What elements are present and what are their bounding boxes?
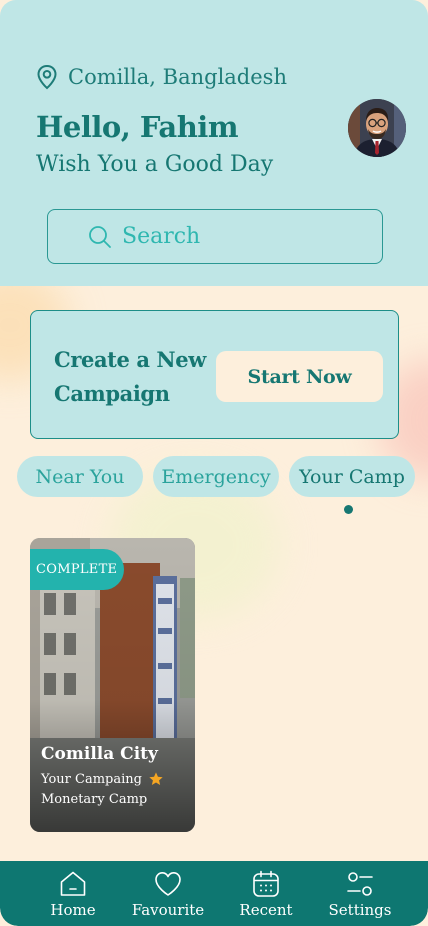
- create-campaign-banner: Create a New Campaign Start Now: [30, 310, 399, 439]
- settings-icon: [347, 872, 373, 896]
- card-title: Comilla City: [41, 744, 158, 764]
- campaign-card[interactable]: COMPLETE Comilla City Your Campaing Mone…: [30, 538, 195, 832]
- header: Comilla, Bangladesh Hello, Fahim Wish Yo…: [0, 0, 428, 286]
- greeting-title: Hello, Fahim: [36, 110, 239, 144]
- card-subtitle-row: Your Campaing: [41, 771, 164, 787]
- selected-tab-indicator: [344, 505, 353, 514]
- location-row[interactable]: Comilla, Bangladesh: [36, 64, 287, 90]
- nav-label-recent: Recent: [239, 901, 293, 919]
- card-camp-type: Monetary Camp: [41, 792, 148, 807]
- home-icon: [60, 871, 86, 896]
- card-subtitle: Your Campaing: [41, 771, 142, 787]
- nav-item-home[interactable]: Home: [40, 861, 106, 926]
- nav-label-settings: Settings: [328, 901, 392, 919]
- search-icon: [89, 225, 111, 248]
- start-now-button[interactable]: Start Now: [216, 351, 383, 402]
- status-badge: COMPLETE: [30, 549, 124, 590]
- calendar-icon: [253, 870, 279, 897]
- map-pin-icon: [37, 64, 57, 90]
- avatar[interactable]: [348, 99, 406, 157]
- search-field[interactable]: Search: [47, 209, 383, 264]
- nav-label-home: Home: [50, 901, 96, 919]
- search-placeholder: Search: [122, 224, 201, 249]
- category-tabs: Near You Emergency Your Camp: [0, 456, 428, 498]
- nav-item-recent[interactable]: Recent: [230, 861, 302, 926]
- campaign-banner-title: Create a New Campaign: [54, 347, 206, 406]
- star-icon: [149, 772, 163, 785]
- tab-near-you[interactable]: Near You: [17, 456, 143, 497]
- nav-label-favourite: Favourite: [131, 901, 205, 919]
- nav-item-favourite[interactable]: Favourite: [126, 861, 210, 926]
- heart-icon: [155, 872, 181, 896]
- tab-your-camp[interactable]: Your Camp: [289, 456, 415, 497]
- greeting-subtitle: Wish You a Good Day: [36, 152, 274, 177]
- tab-emergency[interactable]: Emergency: [153, 456, 279, 497]
- nav-item-settings[interactable]: Settings: [322, 861, 398, 926]
- app-screen: Comilla, Bangladesh Hello, Fahim Wish Yo…: [0, 0, 428, 926]
- bottom-navigation: Home Favourite Recent Settings: [0, 861, 428, 926]
- location-text: Comilla, Bangladesh: [68, 65, 287, 89]
- avatar-image: [348, 99, 406, 157]
